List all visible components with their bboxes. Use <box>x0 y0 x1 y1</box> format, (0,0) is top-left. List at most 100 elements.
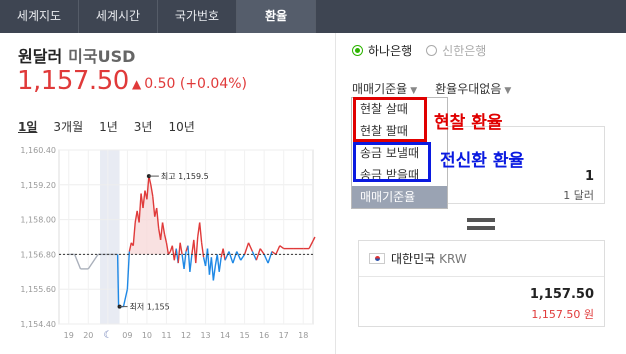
series-segment <box>179 242 183 255</box>
tab-bar: 세계지도 세계시간 국가번호 환율 <box>0 0 626 33</box>
to-currency-header[interactable]: 대한민국 KRW <box>359 241 604 277</box>
change-percent: (+0.04%) <box>179 76 247 92</box>
y-tick-label: 1,160.40 <box>20 146 56 155</box>
bank-label: 신한은행 <box>442 44 487 58</box>
series-segment <box>177 242 181 264</box>
series-segment <box>228 251 234 264</box>
x-tick-label: 09 <box>122 331 132 340</box>
to-code: KRW <box>439 251 467 266</box>
y-tick-label: 1,154.40 <box>20 320 56 329</box>
series-segment <box>187 245 191 272</box>
low-label: 최저 1,155 <box>130 302 170 312</box>
series-segment <box>195 236 199 264</box>
series-segment <box>263 254 269 264</box>
bank-radio-hana[interactable]: 하나은행 <box>352 42 412 59</box>
change-amount: 0.50 <box>144 76 176 92</box>
cash-rate-highlight <box>353 97 427 142</box>
x-tick-label: 16 <box>259 331 269 340</box>
wire-rate-highlight <box>353 142 431 182</box>
radio-checked-icon <box>352 45 363 56</box>
tab-world-map[interactable]: 세계지도 <box>0 0 79 33</box>
x-tick-label: 13 <box>200 331 210 340</box>
to-amount-won: 1,157.50 원 <box>531 308 594 321</box>
menu-item-base-rate[interactable]: 매매기준율 <box>352 186 447 208</box>
x-tick-label: 20 <box>83 331 93 340</box>
series-segment <box>267 251 273 264</box>
series-segment <box>87 254 99 270</box>
rate-options: 매매기준율 ▼ 환율우대없음 ▼ <box>352 80 529 97</box>
y-tick-label: 1,156.80 <box>20 250 56 259</box>
panel-divider <box>335 33 336 354</box>
series-segment <box>224 251 230 261</box>
series-segment <box>218 257 222 272</box>
radio-unchecked-icon <box>426 45 438 56</box>
currency-name: 원달러 <box>18 47 63 66</box>
tab-exchange-rate[interactable]: 환율 <box>237 0 316 33</box>
from-unit: 1 달러 <box>563 189 594 202</box>
night-shade <box>100 150 120 324</box>
series-segment <box>240 254 246 261</box>
x-tick-label: 11 <box>161 331 171 340</box>
series-segment <box>189 254 193 272</box>
to-country: 대한민국 <box>391 252 436 266</box>
korea-flag-icon <box>369 253 385 264</box>
series-segment <box>308 236 316 249</box>
x-tick-label: 14 <box>220 331 230 340</box>
equals-icon <box>467 218 495 234</box>
dropdown-value: 매매기준율 <box>352 82 408 96</box>
x-tick-label: 18 <box>298 331 308 340</box>
series-segment <box>210 257 215 281</box>
series-segment <box>122 289 129 307</box>
period-10y[interactable]: 10년 <box>168 118 194 135</box>
currency-subname: 미국USD <box>68 47 136 66</box>
moon-icon: ☾ <box>103 330 112 341</box>
period-1d[interactable]: 1일 <box>18 118 37 135</box>
series-segment <box>198 222 203 243</box>
series-segment <box>212 265 217 281</box>
y-tick-label: 1,158.00 <box>20 216 56 225</box>
series-segment <box>243 242 250 255</box>
series-segment <box>232 251 238 264</box>
tab-world-time[interactable]: 세계시간 <box>79 0 158 33</box>
series-segment <box>275 245 281 255</box>
x-tick-label: 19 <box>64 331 74 340</box>
high-label: 최고 1,159.5 <box>161 171 209 181</box>
bank-label: 하나은행 <box>368 44 413 58</box>
y-tick-label: 1,159.20 <box>20 181 56 190</box>
series-segment <box>116 254 120 307</box>
x-tick-label: 17 <box>279 331 289 340</box>
series-segment <box>206 248 211 275</box>
x-tick-label: 12 <box>181 331 191 340</box>
wire-rate-annotation: 전신환 환율 <box>440 151 525 171</box>
caret-down-icon: ▼ <box>410 86 418 96</box>
to-amount[interactable]: 1,157.50 <box>530 287 594 302</box>
preferential-dropdown[interactable]: 환율우대없음 ▼ <box>435 80 511 97</box>
rate-type-dropdown[interactable]: 매매기준율 ▼ <box>352 80 417 97</box>
to-currency-box[interactable]: 대한민국 KRW 1,157.50 1,157.50 원 <box>358 240 605 327</box>
dropdown-value: 환율우대없음 <box>435 82 502 96</box>
tab-country-code[interactable]: 국가번호 <box>158 0 237 33</box>
currency-title: 원달러 미국USD <box>18 43 135 67</box>
x-tick-label: 15 <box>240 331 250 340</box>
series-segment <box>247 242 254 252</box>
series-segment <box>279 245 285 250</box>
period-selector: 1일 3개월 1년 3년 10년 <box>18 118 211 135</box>
series-segment <box>259 248 265 255</box>
bank-radio-shinhan[interactable]: 신한은행 <box>426 42 486 59</box>
period-3m[interactable]: 3개월 <box>53 118 83 135</box>
up-triangle-icon: ▲ <box>132 77 142 91</box>
caret-down-icon: ▼ <box>504 86 512 96</box>
rate-chart[interactable]: 1,160.40 1,159.20 1,158.00 1,156.80 1,155.60… <box>0 140 330 354</box>
period-3y[interactable]: 3년 <box>134 118 153 135</box>
series-segment <box>251 251 257 261</box>
cash-rate-annotation: 현찰 환율 <box>434 113 503 133</box>
exchange-rate-value: 1,157.50 <box>17 66 129 96</box>
from-amount[interactable]: 1 <box>585 169 594 184</box>
period-1y[interactable]: 1년 <box>99 118 118 135</box>
y-tick-label: 1,155.60 <box>20 285 56 294</box>
rate-change: ▲ 0.50 (+0.04%) <box>132 76 247 92</box>
series-segment <box>200 242 205 258</box>
bank-selector: 하나은행 신한은행 <box>352 42 500 59</box>
series-segment <box>73 254 82 270</box>
x-tick-label: 10 <box>142 331 152 340</box>
